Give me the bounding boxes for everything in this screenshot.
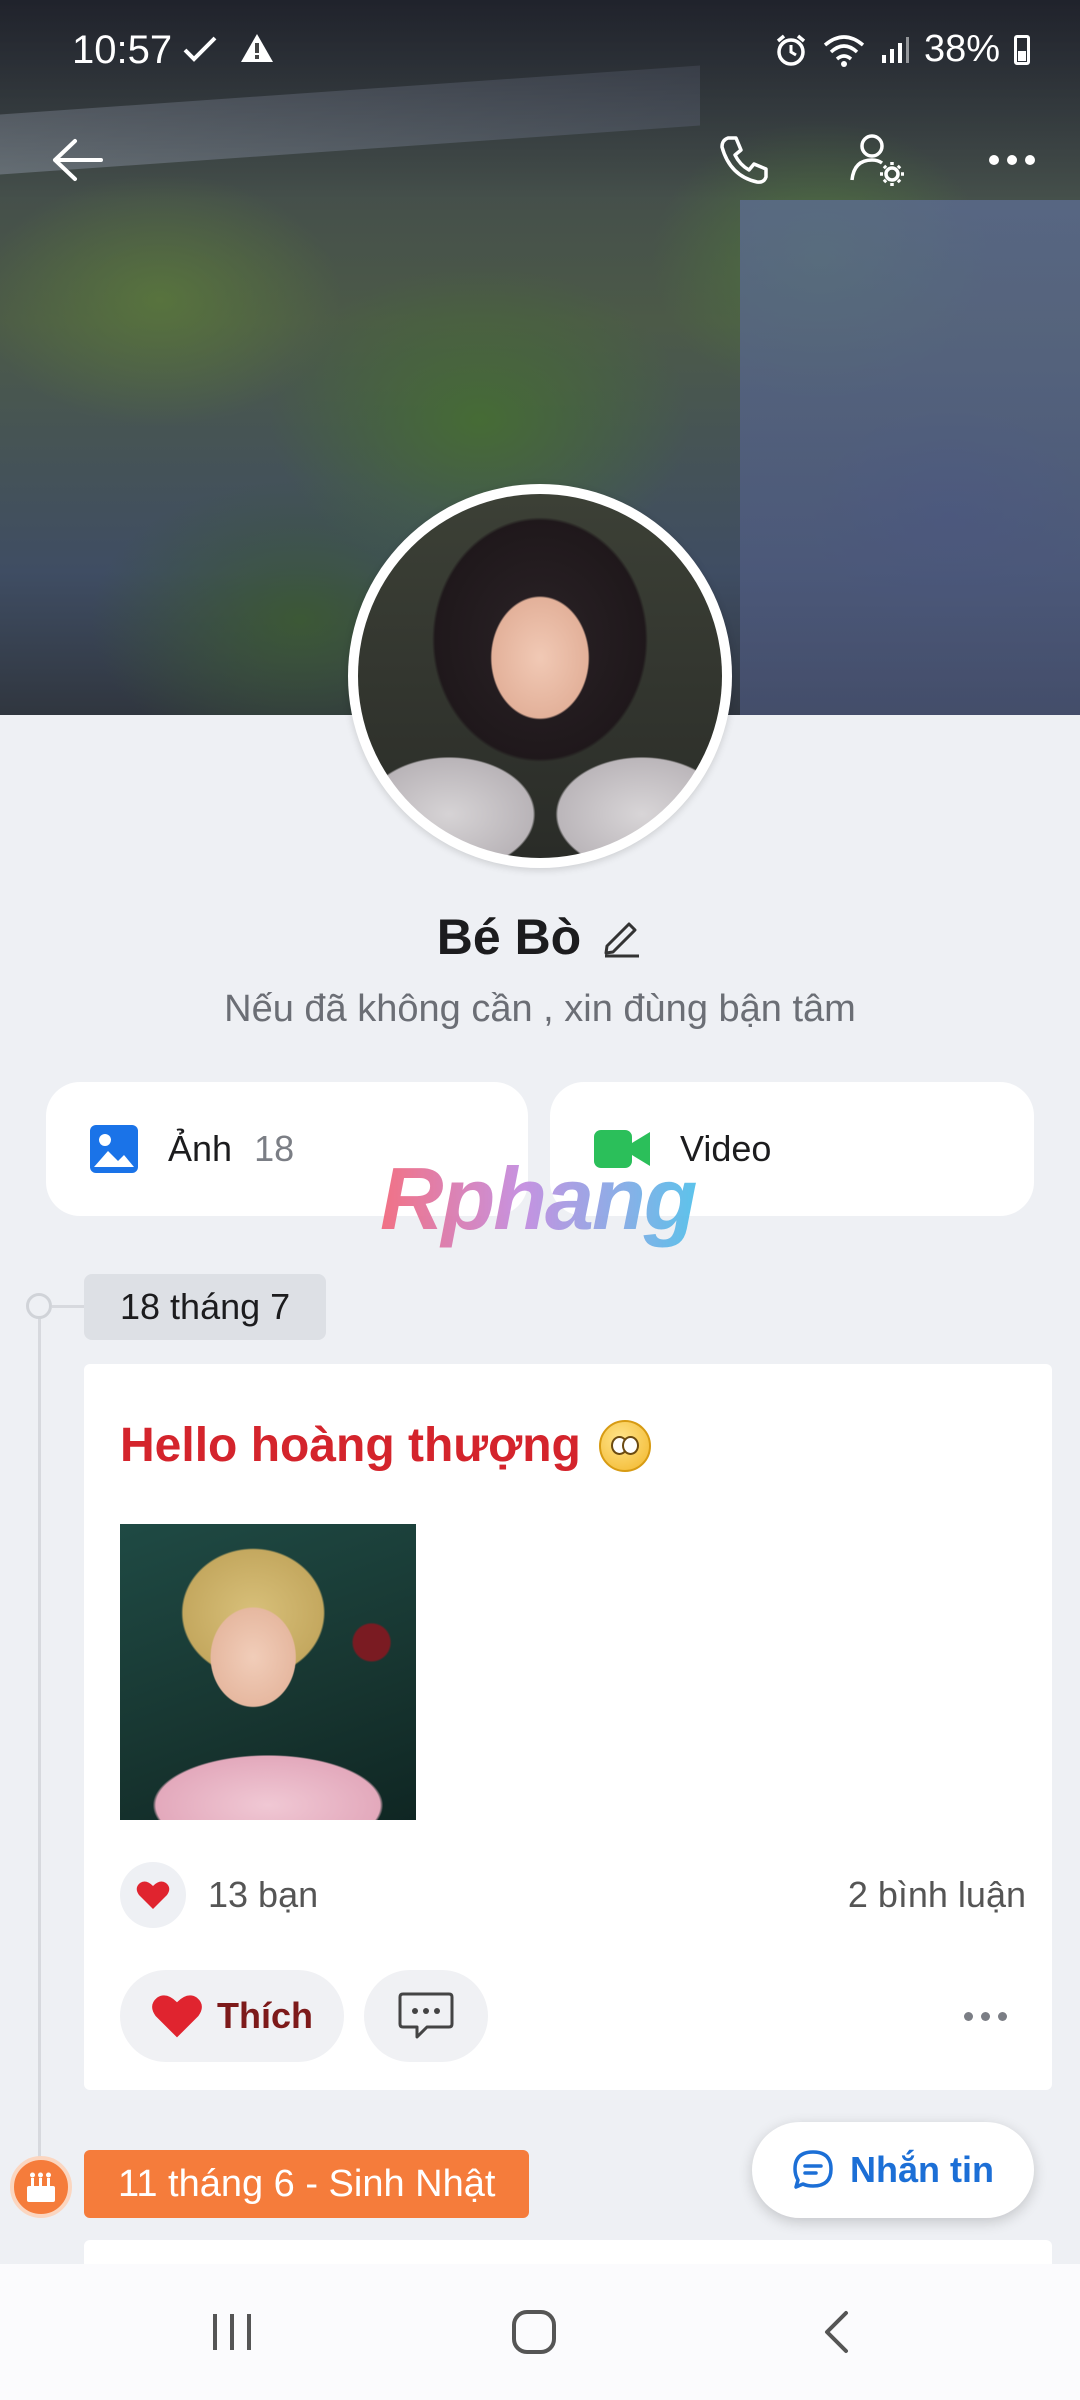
home-icon (512, 2310, 556, 2354)
birthday-cake-icon (10, 2156, 72, 2218)
reaction-count[interactable]: 13 bạn (208, 1874, 318, 1916)
status-time: 10:57 (72, 28, 173, 72)
system-navigation-bar (0, 2264, 1080, 2400)
battery-icon (1014, 34, 1030, 65)
like-label: Thích (217, 1995, 313, 2036)
call-button[interactable] (704, 120, 784, 200)
more-options-button[interactable] (972, 120, 1052, 200)
post-title: Hello hoàng thượng (120, 1418, 651, 1473)
status-right-icons: 38% (774, 28, 1030, 71)
profile-name-row: Bé Bò (0, 908, 1080, 966)
post-photo[interactable] (120, 1524, 416, 1820)
timeline-dot (26, 1293, 52, 1319)
like-button[interactable]: Thích (120, 1970, 344, 2062)
check-icon (183, 36, 217, 62)
watermark-logo: Rphang (380, 1149, 698, 1248)
profile-name: Bé Bò (436, 909, 582, 965)
status-bar: 10:57 38% (0, 0, 1080, 100)
comment-count[interactable]: 2 bình luận (848, 1874, 1026, 1916)
user-settings-icon (850, 134, 904, 186)
signal-icon (881, 36, 909, 63)
photos-count: 18 (254, 1128, 295, 1169)
timeline-tick (52, 1305, 84, 1308)
edit-pencil-icon[interactable] (601, 916, 643, 958)
wifi-icon (823, 34, 865, 67)
post-title-text: Hello hoàng thượng (120, 1419, 581, 1472)
heart-icon (136, 1881, 170, 1909)
heart-icon (152, 1995, 202, 2038)
chevron-left-icon (825, 2311, 848, 2353)
profile-bio: Nếu đã không cần , xin đùng bận tâm (224, 988, 856, 1030)
birthday-date-chip: 11 tháng 6 - Sinh Nhật (84, 2150, 530, 2218)
system-back-button[interactable] (776, 2264, 896, 2400)
arrow-left-icon (53, 139, 103, 181)
comment-button[interactable] (364, 1970, 488, 2062)
profile-avatar[interactable] (348, 484, 732, 868)
alarm-icon (776, 34, 806, 66)
photos-label: Ảnh (168, 1128, 233, 1169)
post-reactions-row: 13 bạn 2 bình luận (120, 1862, 1026, 1928)
warning-icon (240, 34, 273, 62)
chat-icon (793, 2150, 833, 2189)
reaction-heart[interactable] (120, 1862, 186, 1928)
phone-icon (720, 136, 768, 184)
profile-settings-button[interactable] (838, 120, 918, 200)
post-more-button[interactable] (950, 1994, 1020, 2038)
back-button[interactable] (38, 120, 118, 200)
image-icon (90, 1125, 138, 1173)
comment-bubble-icon (398, 1992, 454, 2039)
recent-apps-button[interactable] (172, 2264, 292, 2400)
smiley-emoji-icon (598, 1419, 651, 1472)
timeline-post[interactable]: Hello hoàng thượng 13 bạn 2 bình luận Th… (84, 1364, 1052, 2090)
profile-top-bar (0, 120, 1080, 200)
recent-apps-icon (213, 2314, 251, 2350)
status-notification-icons (182, 32, 275, 72)
more-horizontal-icon (989, 155, 1035, 165)
send-message-button[interactable]: Nhắn tin (752, 2122, 1034, 2218)
send-message-label: Nhắn tin (850, 2149, 994, 2190)
home-button[interactable] (474, 2264, 594, 2400)
timeline-line (38, 1306, 41, 2166)
avatar-image (358, 494, 722, 858)
battery-percent: 38% (923, 28, 1000, 70)
timeline-date-chip: 18 tháng 7 (84, 1274, 327, 1340)
post-actions: Thích (120, 1970, 1020, 2062)
cover-building-shape (740, 200, 1080, 715)
